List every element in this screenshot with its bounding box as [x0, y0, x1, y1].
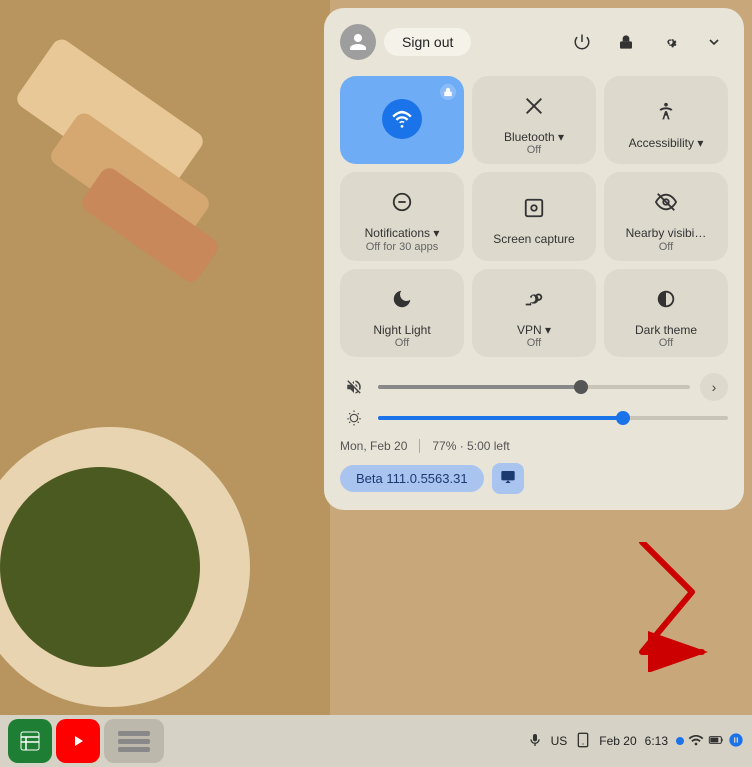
tile-vpn[interactable]: VPN ▾ Off [472, 269, 596, 357]
bluetooth-tile-icon [514, 86, 554, 126]
taskbar-time[interactable]: 6:13 [645, 734, 668, 748]
screencapture-tile-label: Screen capture [493, 232, 574, 246]
wallpaper-oval2 [0, 467, 200, 667]
taskbar-locale[interactable]: US [551, 734, 568, 748]
tile-darktheme[interactable]: Dark theme Off [604, 269, 728, 357]
taskbar-battery-icon[interactable] [708, 732, 724, 751]
nightlight-tile-sublabel: Off [395, 337, 409, 349]
tile-notifications[interactable]: Notifications ▾ Off for 30 apps [340, 172, 464, 260]
vpn-tile-label: VPN ▾ [517, 323, 551, 337]
taskbar-right: US Feb 20 6:13 [527, 732, 744, 751]
taskbar-middle-stack[interactable] [104, 719, 164, 763]
lock-icon[interactable] [612, 28, 640, 56]
tile-accessibility[interactable]: Accessibility ▾ [604, 76, 728, 164]
wifi-tile-icon [382, 99, 422, 139]
feedback-icon[interactable] [492, 463, 524, 494]
footer-battery: 77% · 5:00 left [432, 439, 509, 453]
nearbyvisi-tile-sublabel: Off [659, 241, 673, 253]
volume-fill [378, 385, 581, 389]
stack-line2 [118, 739, 150, 744]
darktheme-tile-label: Dark theme [635, 323, 697, 337]
accessibility-tile-icon [646, 92, 686, 132]
notifications-tile-sublabel: Off for 30 apps [366, 241, 439, 253]
avatar[interactable] [340, 24, 376, 60]
tiles-grid: Bluetooth ▾ Off Accessibility ▾ Notifica… [340, 76, 728, 357]
nightlight-tile-label: Night Light [373, 323, 430, 337]
stack-line1 [118, 731, 150, 736]
footer-date: Mon, Feb 20 [340, 439, 407, 453]
brightness-thumb[interactable] [616, 411, 630, 425]
darktheme-tile-sublabel: Off [659, 337, 673, 349]
beta-badge[interactable]: Beta 111.0.5563.31 [340, 465, 484, 492]
taskbar-mic-icon[interactable] [527, 732, 543, 751]
qs-header: Sign out [340, 24, 728, 60]
tile-bluetooth[interactable]: Bluetooth ▾ Off [472, 76, 596, 164]
tile-nearbyvisi[interactable]: Nearby visibi… Off [604, 172, 728, 260]
vpn-tile-sublabel: Off [527, 337, 541, 349]
power-icon[interactable] [568, 28, 596, 56]
chevron-down-icon[interactable] [700, 28, 728, 56]
bluetooth-tile-sublabel: Off [527, 144, 541, 156]
brightness-track[interactable] [378, 416, 728, 420]
header-icons [568, 28, 728, 56]
sliders-section: › [340, 373, 728, 427]
nearbyvisi-tile-label: Nearby visibi… [626, 226, 707, 240]
tile-screencapture[interactable]: Screen capture [472, 172, 596, 260]
settings-icon[interactable] [656, 28, 684, 56]
stack-line3 [118, 747, 150, 752]
taskbar-app-sheets[interactable] [8, 719, 52, 763]
volume-track[interactable] [378, 385, 690, 389]
mute-icon[interactable] [340, 378, 368, 396]
taskbar-wifi-icon[interactable] [688, 732, 704, 751]
tile-wifi[interactable] [340, 76, 464, 164]
tile-nightlight[interactable]: Night Light Off [340, 269, 464, 357]
screencapture-tile-icon [514, 188, 554, 228]
nearbyvisi-tile-icon [646, 182, 686, 222]
bluetooth-tile-label: Bluetooth ▾ [504, 130, 564, 144]
volume-expand-button[interactable]: › [700, 373, 728, 401]
taskbar: US Feb 20 6:13 [0, 715, 752, 767]
taskbar-device-icon[interactable] [575, 732, 591, 751]
sign-out-button[interactable]: Sign out [384, 28, 471, 56]
accessibility-tile-label: Accessibility ▾ [629, 136, 704, 150]
volume-thumb[interactable] [574, 380, 588, 394]
footer-divider [419, 439, 420, 453]
notifications-tile-label: Notifications ▾ [365, 226, 440, 240]
notification-dot [676, 737, 684, 745]
darktheme-tile-icon [646, 279, 686, 319]
taskbar-date[interactable]: Feb 20 [599, 734, 636, 748]
taskbar-status-icons [676, 732, 744, 751]
qs-footer: Mon, Feb 20 77% · 5:00 left [340, 439, 728, 453]
vpn-tile-icon [514, 279, 554, 319]
taskbar-app-youtube[interactable] [56, 719, 100, 763]
brightness-icon[interactable] [340, 409, 368, 427]
nightlight-tile-icon [382, 279, 422, 319]
brightness-slider-row [340, 409, 728, 427]
quick-settings-panel: Sign out [324, 8, 744, 510]
red-arrow [632, 542, 722, 677]
beta-badge-row: Beta 111.0.5563.31 [340, 463, 728, 494]
brightness-fill [378, 416, 623, 420]
wifi-lock-badge [440, 84, 456, 100]
taskbar-blue-icon[interactable] [728, 732, 744, 751]
volume-slider-row: › [340, 373, 728, 401]
notifications-tile-icon [382, 182, 422, 222]
